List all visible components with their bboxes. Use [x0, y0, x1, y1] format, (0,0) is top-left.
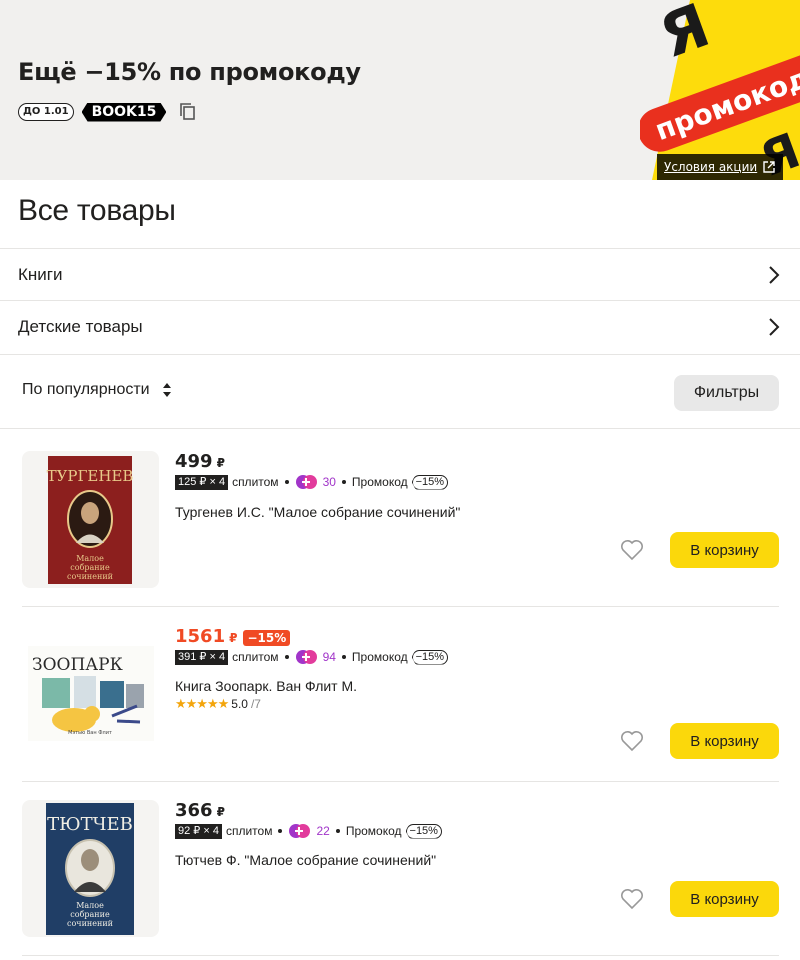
- price-line: 1561 ₽ −15%: [175, 626, 291, 647]
- plus-points-icon: [295, 650, 317, 664]
- promo-art: Я промокод Я: [640, 0, 800, 180]
- cover-author-small: Мэтью Ван Флит: [68, 730, 112, 736]
- plus-points-icon: [295, 475, 317, 489]
- plus-points: 30: [322, 475, 336, 489]
- price: 1561: [175, 626, 226, 647]
- product-name[interactable]: Тургенев И.С. "Малое собрание сочинений": [175, 504, 460, 520]
- plus-points-icon: [289, 824, 311, 838]
- price: 366: [175, 800, 213, 821]
- book-cover: ЗООПАРК Мэтью Ван Флит: [28, 646, 154, 741]
- divider: [22, 606, 779, 607]
- split-line: 125 ₽ × 4 сплитом 30 Промокод −15%: [175, 474, 449, 490]
- plus-points: 94: [322, 650, 336, 664]
- product-name[interactable]: Тютчев Ф. "Малое собрание сочинений": [175, 852, 436, 868]
- add-to-cart-button[interactable]: В корзину: [670, 532, 779, 568]
- sort-bar: По популярности Фильтры: [0, 354, 800, 429]
- sort-icon: [162, 383, 171, 397]
- book-cover: ТУРГЕНЕВ Малое собрание сочинений: [47, 456, 134, 584]
- add-to-cart-button[interactable]: В корзину: [670, 723, 779, 759]
- chevron-right-icon: [769, 266, 780, 284]
- sort-select[interactable]: По популярности: [22, 381, 172, 399]
- cover-author: ТЮТЧЕВ: [47, 814, 133, 835]
- promo-terms-link[interactable]: Условия акции: [657, 154, 783, 180]
- split-label: сплитом: [225, 824, 273, 838]
- product-image[interactable]: ТУРГЕНЕВ Малое собрание сочинений: [22, 451, 159, 588]
- split-badge[interactable]: 125 ₽ × 4: [175, 474, 229, 490]
- rating: ★★★★★ 5.0 /7: [175, 696, 261, 712]
- svg-text:Малое: Малое: [76, 554, 104, 563]
- page-title: Все товары: [18, 194, 176, 227]
- rating-value: 5.0: [231, 697, 248, 711]
- currency: ₽: [229, 631, 238, 645]
- currency: ₽: [216, 805, 225, 819]
- add-to-cart-button[interactable]: В корзину: [670, 881, 779, 917]
- rating-count: /7: [250, 697, 261, 711]
- external-link-icon: [763, 161, 775, 173]
- promo-label: Промокод: [351, 475, 408, 489]
- price-line: 366 ₽: [175, 800, 225, 821]
- category-row-kids[interactable]: Детские товары: [0, 300, 800, 352]
- book-cover: ТЮТЧЕВ Малое собрание сочинений: [46, 803, 134, 935]
- svg-text:сочинений: сочинений: [67, 572, 113, 581]
- currency: ₽: [216, 456, 225, 470]
- category-label: Детские товары: [18, 316, 143, 336]
- promo-title: Ещё −15% по промокоду: [18, 58, 361, 86]
- separator-dot: [341, 480, 346, 484]
- svg-text:сочинений: сочинений: [67, 919, 113, 928]
- heart-icon[interactable]: [620, 888, 644, 910]
- separator-dot: [278, 829, 283, 833]
- chevron-right-icon: [769, 318, 780, 336]
- divider: [22, 781, 779, 782]
- promo-banner: Ещё −15% по промокоду ДО 1.01 BOOK15 Я п…: [0, 0, 800, 180]
- promo-label: Промокод: [345, 824, 402, 838]
- price-line: 499 ₽: [175, 451, 225, 472]
- star-icon: ★★★★★: [175, 696, 229, 711]
- split-badge[interactable]: 92 ₽ × 4: [175, 823, 222, 839]
- filters-button[interactable]: Фильтры: [674, 375, 779, 411]
- promo-badge: −15%: [411, 649, 449, 665]
- split-badge[interactable]: 391 ₽ × 4: [175, 649, 229, 665]
- plus-points: 22: [316, 824, 330, 838]
- terms-label: Условия акции: [664, 160, 758, 174]
- heart-icon[interactable]: [620, 539, 644, 561]
- category-label: Книги: [18, 264, 63, 284]
- copy-icon[interactable]: [178, 102, 198, 122]
- discount-badge: −15%: [243, 630, 291, 646]
- promo-badge: −15%: [405, 823, 442, 839]
- category-row-books[interactable]: Книги: [0, 248, 800, 300]
- sort-label: По популярности: [22, 381, 150, 398]
- product-name[interactable]: Книга Зоопарк. Ван Флит М.: [175, 678, 357, 694]
- promo-code[interactable]: BOOK15: [82, 103, 167, 122]
- separator-dot: [284, 480, 289, 484]
- product-image[interactable]: ТЮТЧЕВ Малое собрание сочинений: [22, 800, 159, 937]
- promo-badge: −15%: [411, 474, 449, 490]
- promo-date-tag: ДО 1.01: [18, 103, 74, 121]
- heart-icon[interactable]: [620, 730, 644, 752]
- split-label: сплитом: [232, 475, 279, 489]
- separator-dot: [335, 829, 340, 833]
- split-line: 391 ₽ × 4 сплитом 94 Промокод −15%: [175, 649, 449, 665]
- promo-tags: ДО 1.01 BOOK15: [18, 102, 198, 122]
- separator-dot: [284, 655, 289, 659]
- svg-text:собрание: собрание: [70, 563, 110, 572]
- promo-label: Промокод: [351, 650, 408, 664]
- separator-dot: [341, 655, 346, 659]
- svg-text:собрание: собрание: [70, 910, 110, 919]
- price: 499: [175, 451, 213, 472]
- svg-text:Малое: Малое: [76, 901, 104, 910]
- split-line: 92 ₽ × 4 сплитом 22 Промокод −15%: [175, 823, 442, 839]
- divider: [22, 955, 779, 956]
- split-label: сплитом: [232, 650, 279, 664]
- cover-author: ТУРГЕНЕВ: [47, 467, 134, 485]
- cover-title: ЗООПАРК: [32, 655, 123, 675]
- product-image[interactable]: ЗООПАРК Мэтью Ван Флит: [22, 626, 159, 763]
